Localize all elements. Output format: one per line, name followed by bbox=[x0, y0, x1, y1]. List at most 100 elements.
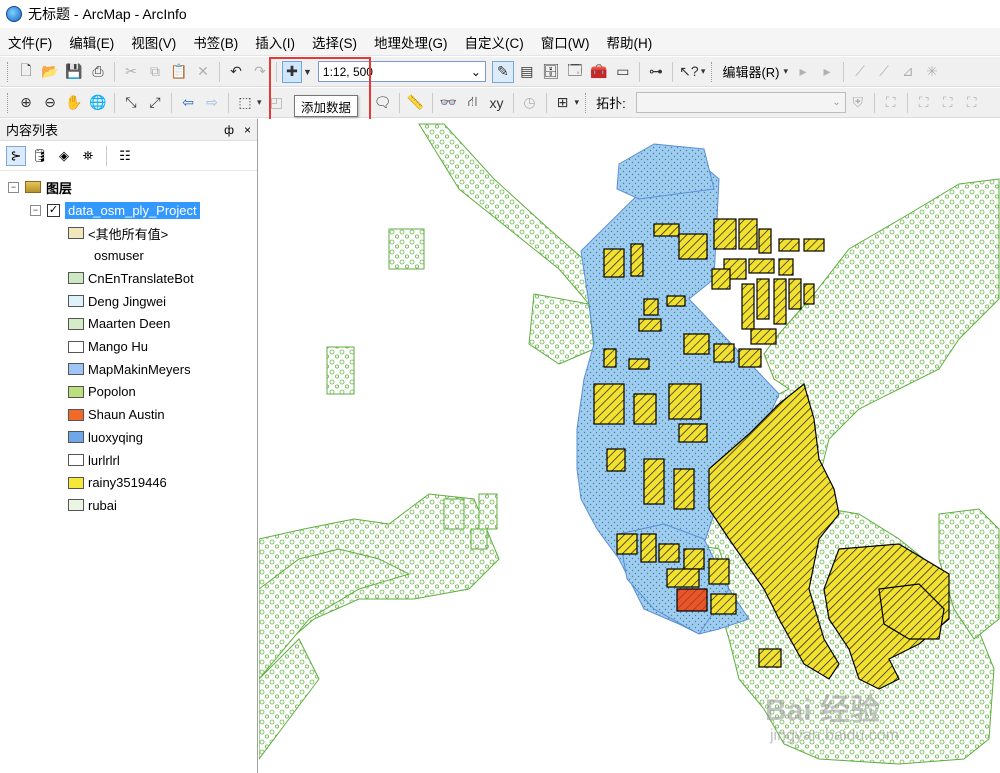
end-point-arc-icon[interactable]: ⟋ bbox=[873, 61, 895, 83]
legend-row[interactable]: luoxyqing bbox=[68, 427, 143, 447]
edit-tool-icon[interactable]: ▸ bbox=[792, 61, 814, 83]
legend-row[interactable]: MapMakinMeyers bbox=[68, 359, 191, 379]
zoom-out-icon[interactable]: ⊖ bbox=[39, 92, 61, 114]
delete-icon[interactable]: ✕ bbox=[192, 61, 214, 83]
legend-swatch[interactable] bbox=[68, 499, 84, 512]
legend-row[interactable]: <其他所有值> bbox=[68, 223, 168, 243]
chevron-down-icon[interactable]: ▾ bbox=[784, 66, 789, 77]
find-route-icon[interactable]: ⛙ bbox=[462, 92, 484, 114]
list-by-drawing-order-icon[interactable]: ⊱ bbox=[6, 145, 26, 166]
list-by-selection-icon[interactable]: ⛯ bbox=[78, 146, 98, 166]
legend-row[interactable]: CnEnTranslateBot bbox=[68, 268, 194, 288]
menu-selection[interactable]: 选择(S) bbox=[312, 32, 357, 52]
straight-segment-icon[interactable]: ⟋ bbox=[849, 61, 871, 83]
back-arrow-icon[interactable]: ⇦ bbox=[177, 92, 199, 114]
fixed-zoom-in-icon[interactable]: ⤡ bbox=[120, 92, 142, 114]
pan-hand-icon[interactable]: ✋ bbox=[63, 92, 85, 114]
edit-annotation-icon[interactable]: ▸ bbox=[816, 61, 838, 83]
go-to-xy-icon[interactable]: xy bbox=[486, 92, 508, 114]
legend-swatch[interactable] bbox=[68, 295, 84, 308]
legend-swatch[interactable] bbox=[68, 363, 84, 376]
point-icon[interactable]: ✳ bbox=[921, 61, 943, 83]
map-canvas[interactable] bbox=[259, 119, 1000, 773]
layer-row[interactable]: − ✓ data_osm_ply_Project bbox=[30, 200, 200, 220]
undo-icon[interactable]: ↶ bbox=[225, 61, 247, 83]
whats-this-help-icon[interactable]: ↖? bbox=[678, 61, 700, 83]
map-topology-icon[interactable]: ⛶ bbox=[880, 92, 902, 114]
legend-swatch[interactable] bbox=[68, 317, 84, 330]
new-document-icon[interactable]: 🗋 bbox=[15, 61, 37, 83]
copy-icon[interactable]: ⧉ bbox=[144, 61, 166, 83]
list-by-source-icon[interactable]: 🛢 bbox=[30, 146, 50, 166]
list-by-visibility-icon[interactable]: ◈ bbox=[54, 146, 74, 166]
close-icon[interactable]: × bbox=[244, 123, 251, 137]
table-of-contents-icon[interactable]: ▤ bbox=[516, 61, 538, 83]
chevron-down-icon[interactable]: ▾ bbox=[575, 97, 580, 108]
legend-swatch[interactable] bbox=[68, 272, 84, 285]
full-extent-globe-icon[interactable]: 🌐 bbox=[87, 92, 109, 114]
legend-swatch[interactable] bbox=[68, 408, 84, 421]
zoom-in-icon[interactable]: ⊕ bbox=[15, 92, 37, 114]
measure-icon[interactable]: 📏 bbox=[405, 92, 427, 114]
model-builder-icon[interactable]: ⊶ bbox=[645, 61, 667, 83]
search-window-icon[interactable]: 🗔 bbox=[564, 61, 586, 83]
chevron-down-icon[interactable]: ▾ bbox=[701, 66, 706, 77]
find-binoculars-icon[interactable]: 👓 bbox=[438, 92, 460, 114]
menu-bookmarks[interactable]: 书签(B) bbox=[193, 32, 238, 52]
python-window-icon[interactable]: ▭ bbox=[612, 61, 634, 83]
topology-edit-icon[interactable]: ⛶ bbox=[961, 92, 983, 114]
legend-swatch[interactable] bbox=[68, 431, 84, 444]
open-folder-icon[interactable]: 📂 bbox=[39, 61, 61, 83]
add-data-button[interactable]: ✚ bbox=[282, 60, 302, 83]
layers-root-row[interactable]: − 图层 bbox=[8, 177, 72, 197]
legend-row[interactable]: Shaun Austin bbox=[68, 405, 165, 425]
topology-edit-icon[interactable]: ⛶ bbox=[937, 92, 959, 114]
menu-insert[interactable]: 插入(I) bbox=[255, 32, 295, 52]
menu-help[interactable]: 帮助(H) bbox=[606, 32, 652, 52]
select-features-icon[interactable]: ⬚ bbox=[234, 92, 256, 114]
menu-geoprocessing[interactable]: 地理处理(G) bbox=[374, 32, 448, 52]
menu-windows[interactable]: 窗口(W) bbox=[541, 32, 590, 52]
add-data-dropdown-icon[interactable]: ▼ bbox=[303, 67, 312, 77]
paste-icon[interactable]: 📋 bbox=[168, 61, 190, 83]
toolbar-grip[interactable] bbox=[711, 61, 715, 82]
legend-swatch[interactable] bbox=[68, 340, 84, 353]
print-icon[interactable]: ⎙ bbox=[87, 61, 109, 83]
pin-icon[interactable]: ф bbox=[224, 123, 234, 137]
create-viewer-window-icon[interactable]: ⊞ bbox=[552, 92, 574, 114]
legend-row[interactable]: rubai bbox=[68, 495, 117, 515]
layer-name[interactable]: data_osm_ply_Project bbox=[65, 201, 200, 219]
clear-selection-icon[interactable]: ◰ bbox=[266, 92, 288, 114]
time-slider-icon[interactable]: ◷ bbox=[519, 92, 541, 114]
forward-arrow-icon[interactable]: ⇨ bbox=[201, 92, 223, 114]
legend-swatch[interactable] bbox=[68, 454, 84, 466]
fixed-zoom-out-icon[interactable]: ⤢ bbox=[144, 92, 166, 114]
trace-icon[interactable]: ⊿ bbox=[897, 61, 919, 83]
cut-icon[interactable]: ✂ bbox=[120, 61, 142, 83]
map-scale-combobox[interactable]: 1:12, 500 ⌄ bbox=[317, 61, 486, 82]
legend-row[interactable]: Popolon bbox=[68, 382, 136, 402]
map-view[interactable]: Bai 经验 jingyan.baidu.com bbox=[259, 119, 1000, 773]
topology-edit-icon[interactable]: ⛶ bbox=[913, 92, 935, 114]
menu-customize[interactable]: 自定义(C) bbox=[465, 32, 524, 52]
save-icon[interactable]: 💾 bbox=[63, 61, 85, 83]
menu-file[interactable]: 文件(F) bbox=[8, 32, 52, 52]
redo-icon[interactable]: ↷ bbox=[249, 61, 271, 83]
editor-toolbar-icon[interactable]: ✎ bbox=[491, 60, 514, 83]
legend-swatch[interactable] bbox=[68, 227, 84, 239]
collapse-icon[interactable]: − bbox=[8, 181, 19, 193]
chevron-down-icon[interactable]: ▾ bbox=[257, 97, 262, 108]
legend-swatch[interactable] bbox=[68, 476, 84, 489]
arctoolbox-icon[interactable]: 🧰 bbox=[588, 61, 610, 83]
menu-edit[interactable]: 编辑(E) bbox=[69, 32, 114, 52]
collapse-icon[interactable]: − bbox=[30, 204, 41, 216]
legend-row[interactable]: Maarten Deen bbox=[68, 314, 170, 334]
layer-visibility-checkbox[interactable]: ✓ bbox=[47, 203, 60, 217]
options-icon[interactable]: ☷ bbox=[115, 146, 135, 166]
legend-row[interactable]: Mango Hu bbox=[68, 337, 148, 357]
topology-tool-icon[interactable]: ⛨ bbox=[847, 92, 869, 114]
legend-row[interactable]: Deng Jingwei bbox=[68, 291, 166, 311]
legend-row[interactable]: rainy3519446 bbox=[68, 473, 167, 493]
legend-row[interactable]: lurlrlrl bbox=[68, 450, 120, 470]
menu-view[interactable]: 视图(V) bbox=[131, 32, 176, 52]
